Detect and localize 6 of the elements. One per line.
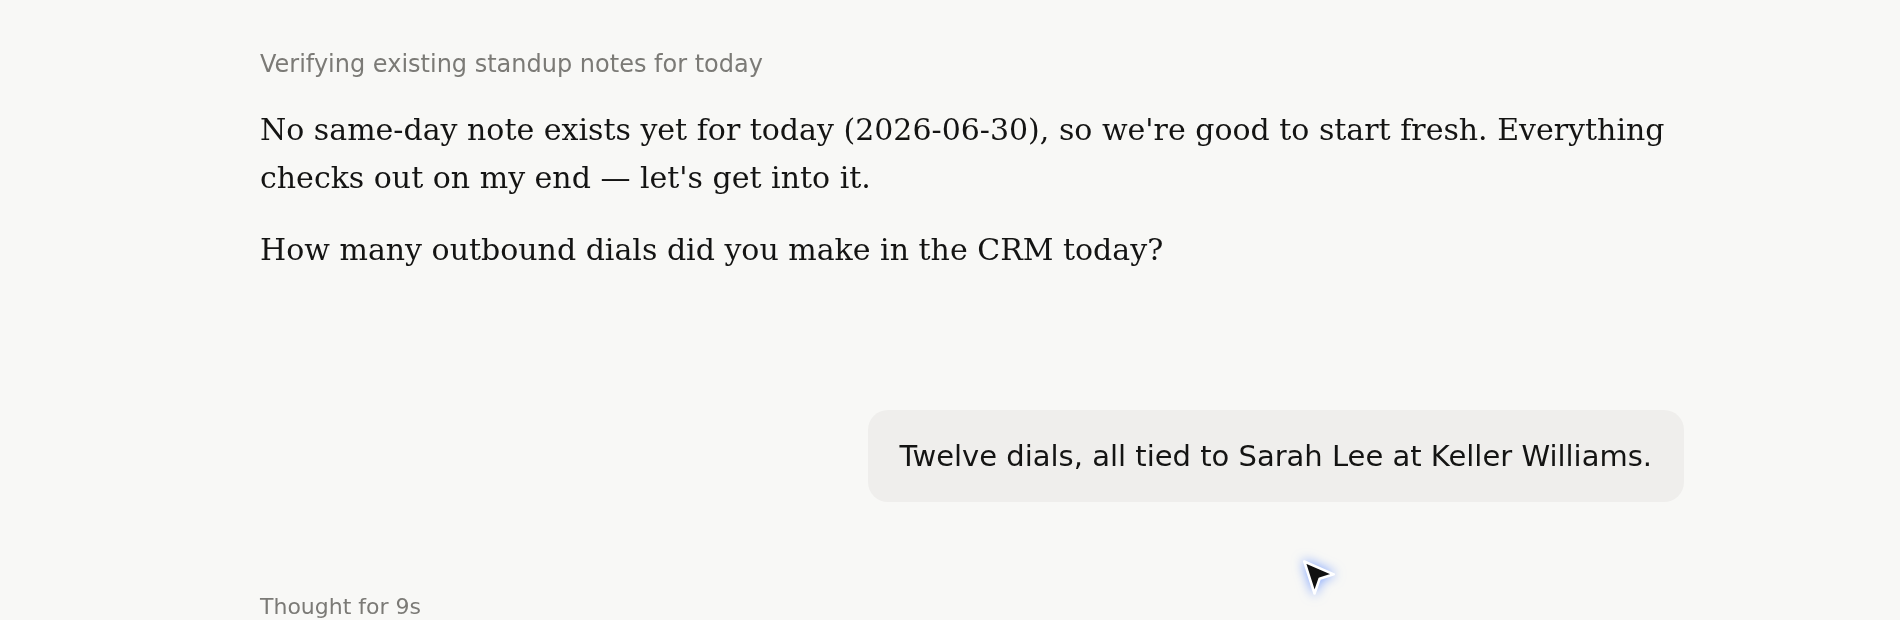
- assistant-paragraph: How many outbound dials did you make in the CRM today?: [260, 231, 1165, 269]
- thought-duration-label[interactable]: Thought for 9s: [260, 594, 421, 620]
- assistant-paragraph: No same-day note exists yet for today (2026-06-30), so we're good to start fresh. Everything checks out on my end — let's get into it.: [260, 111, 1666, 197]
- cursor-icon: [1303, 560, 1335, 595]
- user-message-text: Twelve dials, all tied to Sarah Lee at Keller Williams.: [899, 438, 1652, 474]
- status-line: Verifying existing standup notes for today: [260, 49, 764, 79]
